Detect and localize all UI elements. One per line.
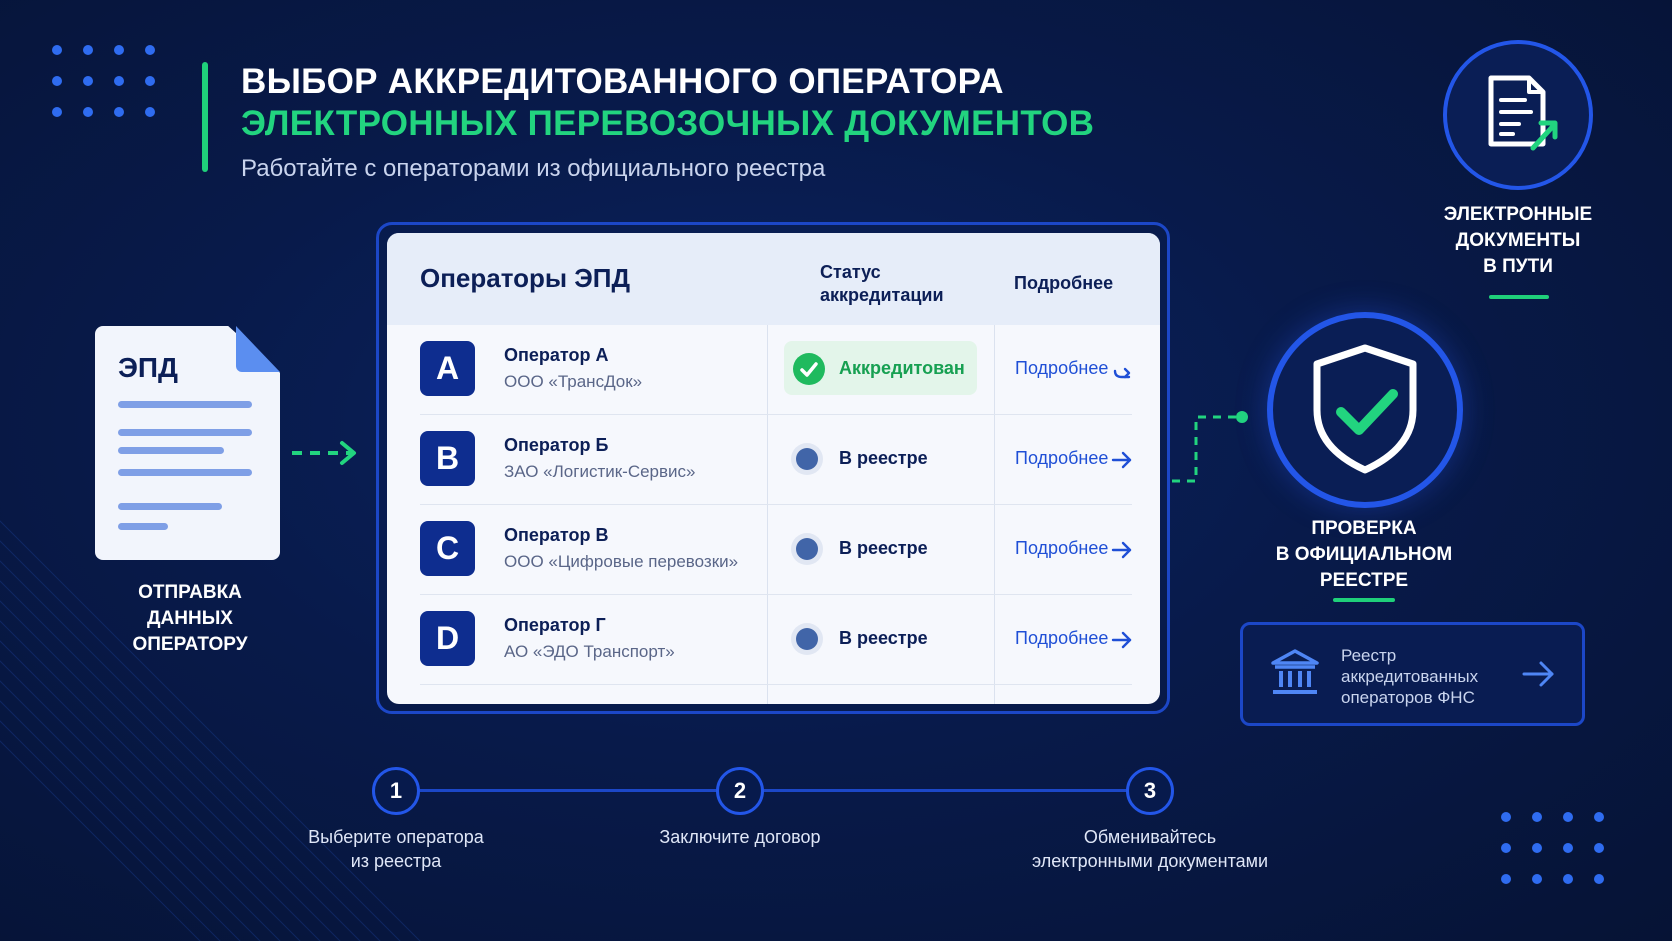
operator-org: ЗАО «Логистик-Сервис» [504,462,696,481]
caption-underline [1489,295,1549,299]
status-text: В реестре [839,628,928,648]
dot-grid-decoration [52,45,155,117]
table-title: Операторы ЭПД [420,263,631,293]
arrow-right-icon[interactable] [1111,629,1133,651]
details-link[interactable]: Подробнее [1015,448,1108,469]
operator-name: Оператор Б [504,435,609,455]
documents-in-transit-caption: ЭЛЕКТРОННЫЕ ДОКУМЕНТЫ В ПУТИ [1443,204,1593,277]
document-line [118,503,222,510]
status-text: Аккредитован [839,358,965,378]
registry-check-caption: ПРОВЕРКА В ОФИЦИАЛЬНОМ РЕЕСТРЕ [1275,518,1453,591]
redirect-arrow-icon[interactable] [1111,359,1133,381]
send-data-caption: ОТПРАВКА ДАННЫХ ОПЕРАТОРУ [132,582,248,655]
document-export-icon [1443,40,1593,190]
table-row: D Оператор Г АО «ЭДО Транспорт» В реестр… [387,595,1160,685]
document-line [118,429,252,436]
step-number: 1 [372,767,420,815]
operator-org: ООО «ТрансДок» [504,372,643,391]
document-fold [236,326,280,372]
table-row: C Оператор В ООО «Цифровые перевозки» В … [387,505,1160,595]
bank-building-icon [1271,649,1319,694]
document-line [118,523,168,530]
dashed-connector-icon [1172,411,1248,483]
step-label: Обменивайтесь электронными документами [1031,827,1269,871]
step-number: 3 [1126,767,1174,815]
shield-check-icon [1267,312,1463,508]
arrow-right-icon [1522,661,1554,687]
table-header: Операторы ЭПД Статус аккредитации Подроб… [387,233,1160,325]
operator-letter-badge: C [420,521,475,576]
caption-underline [1333,598,1395,602]
step-label: Выберите оператора из реестра [308,827,484,871]
document-line [118,401,252,408]
arrow-right-icon[interactable] [1111,449,1133,471]
document-line [118,469,252,476]
title-accent-bar [202,62,208,172]
status-text: В реестре [839,448,928,468]
operator-name: Оператор А [504,345,609,365]
page-subtitle: Работайте с операторами из официального … [241,155,826,182]
document-line [118,447,224,454]
table-row: A Оператор А ООО «ТрансДок» Аккредитован… [387,325,1160,415]
registry-dot-icon [796,448,818,470]
operators-table: Операторы ЭПД Статус аккредитации Подроб… [387,233,1160,704]
details-link[interactable]: Подробнее [1015,358,1108,379]
dot-grid-decoration [1501,812,1604,884]
operator-letter-badge: A [420,341,475,396]
details-link[interactable]: Подробнее [1015,628,1108,649]
status-text: В реестре [839,538,928,558]
checkmark-icon [793,353,825,385]
page-title: ВЫБОР АККРЕДИТОВАННОГО ОПЕРАТОРА [241,62,1004,101]
fns-registry-link[interactable]: Реестр аккредитованных операторов ФНС [1240,622,1585,726]
document-label: ЭПД [118,352,178,383]
step-number: 2 [716,767,764,815]
operator-letter-badge: B [420,431,475,486]
registry-link-text: Реестр аккредитованных операторов ФНС [1341,646,1479,707]
operator-name: Оператор Г [504,615,606,635]
operator-letter-badge: D [420,611,475,666]
registry-dot-icon [796,628,818,650]
details-link[interactable]: Подробнее [1015,538,1108,559]
page-title-highlight: ЭЛЕКТРОННЫХ ПЕРЕВОЗОЧНЫХ ДОКУМЕНТОВ [241,104,1095,143]
operator-org: ООО «Цифровые перевозки» [504,552,739,571]
registry-dot-icon [796,538,818,560]
table-row: B Оператор Б ЗАО «Логистик-Сервис» В рее… [387,415,1160,505]
column-header-details: Подробнее [1014,273,1114,293]
arrow-right-icon[interactable] [1111,539,1133,561]
step-label: Заключите договор [659,827,821,847]
operator-name: Оператор В [504,525,609,545]
steps-connector-line [415,789,1145,792]
operator-org: АО «ЭДО Транспорт» [504,642,675,661]
dashed-arrow-icon [292,441,356,465]
column-header-status: Статус аккредитации [820,262,944,305]
